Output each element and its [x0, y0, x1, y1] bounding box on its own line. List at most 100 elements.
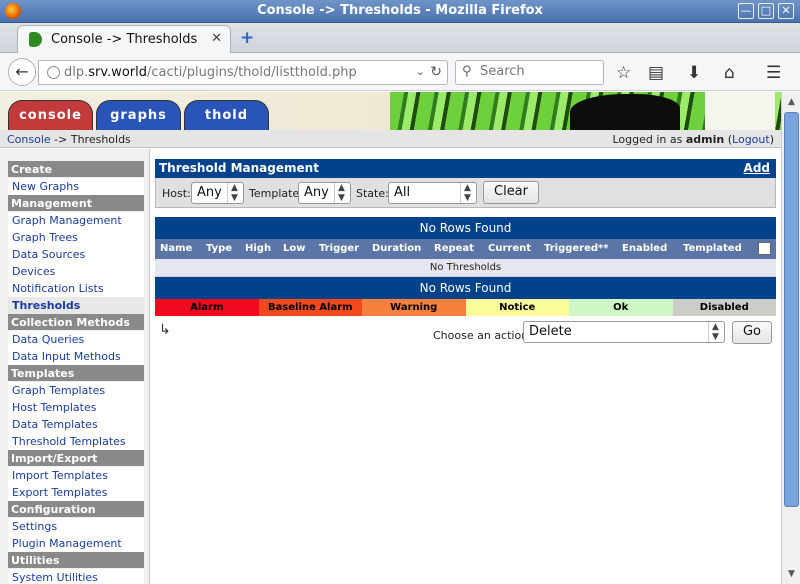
app-tab-console[interactable]: console	[8, 100, 93, 130]
sidebar-item-settings[interactable]: Settings	[8, 518, 144, 535]
url-text[interactable]: dlp.srv.world/cacti/plugins/thold/listth…	[64, 65, 357, 80]
sidebar: Create New Graphs Management Graph Manageme…	[0, 149, 150, 584]
select-all-checkbox[interactable]	[758, 242, 771, 255]
filter-bar: Host: Any ▲ ▼ Template: Any ▲ ▼ State: All…	[155, 178, 776, 208]
sidebar-header-collection-methods: Collection Methods	[8, 314, 144, 330]
app-tab-thold[interactable]: thold	[184, 100, 269, 130]
action-select[interactable]: Delete ▲ ▼	[523, 321, 725, 343]
window-title: Console -> Thresholds - Mozilla Firefox	[257, 3, 543, 18]
sidebar-item-system-utilities[interactable]: System Utilities	[8, 569, 144, 584]
col-high[interactable]: High	[245, 243, 271, 254]
browser-tab-label: Console -> Thresholds	[51, 32, 198, 47]
scrollbar-thumb[interactable]	[784, 112, 799, 507]
hamburger-menu-icon[interactable]: ☰	[766, 63, 781, 83]
home-icon[interactable]: ⌂	[724, 63, 735, 83]
page-content: console graphs thold Console -> Thresholds…	[0, 92, 781, 584]
col-duration[interactable]: Duration	[372, 243, 421, 254]
globe-icon	[47, 66, 60, 79]
col-triggered[interactable]: Triggered**	[544, 243, 609, 254]
sidebar-item-graph-templates[interactable]: Graph Templates	[8, 382, 144, 399]
breadcrumb-bar: Console -> Thresholds Logged in as admin…	[0, 130, 781, 148]
sidebar-item-data-templates[interactable]: Data Templates	[8, 416, 144, 433]
results-table: No Rows Found Name Type High Low Trigger…	[155, 217, 776, 316]
search-icon: ⚲	[462, 64, 472, 79]
legend-alarm: Alarm	[155, 299, 259, 316]
main-area: Threshold Management Add Host: Any ▲ ▼ Te…	[155, 159, 776, 350]
legend-notice: Notice	[465, 299, 569, 316]
sidebar-item-graph-trees[interactable]: Graph Trees	[8, 229, 144, 246]
url-bar[interactable]: dlp.srv.world/cacti/plugins/thold/listth…	[38, 60, 448, 85]
sidebar-item-new-graphs[interactable]: New Graphs	[8, 178, 144, 195]
legend-baseline-alarm: Baseline Alarm	[258, 299, 362, 316]
sidebar-item-export-templates[interactable]: Export Templates	[8, 484, 144, 501]
maximize-window-icon[interactable]: □	[758, 3, 774, 19]
panel-title: Threshold Management	[159, 161, 319, 175]
reading-list-icon[interactable]: ▤	[648, 63, 664, 83]
template-select[interactable]: Any ▲ ▼	[298, 182, 351, 204]
tab-close-icon[interactable]: ✕	[211, 31, 222, 46]
sidebar-header-utilities: Utilities	[8, 552, 144, 568]
sidebar-item-data-queries[interactable]: Data Queries	[8, 331, 144, 348]
choose-action-label: Choose an action:	[433, 329, 532, 342]
scroll-up-icon[interactable]: ▲	[784, 95, 799, 109]
col-trigger[interactable]: Trigger	[319, 243, 359, 254]
col-repeat[interactable]: Repeat	[434, 243, 474, 254]
back-arrow-icon[interactable]: ←	[8, 58, 36, 86]
col-enabled[interactable]: Enabled	[622, 243, 667, 254]
sidebar-item-threshold-templates[interactable]: Threshold Templates	[8, 433, 144, 450]
select-arrows-icon: ▲ ▼	[334, 183, 348, 203]
go-button[interactable]: Go	[732, 321, 772, 344]
host-select[interactable]: Any ▲ ▼	[191, 182, 244, 204]
new-tab-plus-icon[interactable]: +	[240, 28, 254, 48]
legend-disabled: Disabled	[672, 299, 776, 316]
browser-tab[interactable]: Console -> Thresholds ✕	[17, 25, 231, 54]
no-thresholds-message: No Thresholds	[155, 259, 776, 277]
download-arrow-icon[interactable]: ⬇	[687, 63, 701, 83]
col-low[interactable]: Low	[283, 243, 305, 254]
action-row: ↳ Choose an action: Delete ▲ ▼ Go	[155, 316, 776, 350]
login-status: Logged in as admin (Logout)	[612, 133, 774, 146]
panel-header: Threshold Management Add	[155, 159, 776, 178]
sidebar-menu: Create New Graphs Management Graph Manageme…	[8, 161, 144, 584]
browser-tab-strip: Console -> Thresholds ✕ +	[0, 23, 800, 54]
close-window-icon[interactable]: ✕	[778, 3, 794, 19]
browser-navbar: ← dlp.srv.world/cacti/plugins/thold/list…	[0, 53, 800, 91]
sidebar-item-data-input-methods[interactable]: Data Input Methods	[8, 348, 144, 365]
breadcrumb-current: -> Thresholds	[50, 133, 131, 146]
url-history-dropdown-icon[interactable]: ⌄	[416, 65, 425, 78]
select-arrows-icon: ▲ ▼	[708, 322, 722, 342]
breadcrumb-console-link[interactable]: Console	[7, 133, 51, 146]
search-bar[interactable]: ⚲	[455, 60, 604, 85]
state-filter-label: State:	[356, 187, 389, 200]
col-name[interactable]: Name	[160, 243, 192, 254]
legend-ok: Ok	[569, 299, 673, 316]
sidebar-item-notification-lists[interactable]: Notification Lists	[8, 280, 144, 297]
sidebar-item-host-templates[interactable]: Host Templates	[8, 399, 144, 416]
sidebar-item-thresholds[interactable]: Thresholds	[8, 297, 144, 314]
minimize-window-icon[interactable]: —	[738, 3, 754, 19]
col-type[interactable]: Type	[206, 243, 232, 254]
sidebar-item-graph-management[interactable]: Graph Management	[8, 212, 144, 229]
vertical-scrollbar[interactable]: ▲ ▼	[781, 92, 800, 584]
sidebar-item-import-templates[interactable]: Import Templates	[8, 467, 144, 484]
table-header: Name Type High Low Trigger Duration Repe…	[155, 239, 776, 259]
state-select[interactable]: All ▲ ▼	[388, 182, 477, 204]
scroll-down-icon[interactable]: ▼	[784, 567, 799, 581]
bookmark-star-icon[interactable]: ☆	[616, 63, 631, 83]
no-rows-found-bottom: No Rows Found	[155, 277, 776, 299]
select-arrows-icon: ▲ ▼	[227, 183, 241, 203]
window-titlebar: Console -> Thresholds - Mozilla Firefox …	[0, 0, 800, 23]
search-input[interactable]	[480, 64, 600, 79]
clear-button[interactable]: Clear	[483, 181, 539, 204]
reload-icon[interactable]: ↻	[430, 64, 442, 80]
col-templated[interactable]: Templated	[683, 243, 742, 254]
banner-bird-art	[570, 94, 680, 130]
sidebar-item-data-sources[interactable]: Data Sources	[8, 246, 144, 263]
add-button[interactable]: Add	[744, 161, 770, 175]
sidebar-item-plugin-management[interactable]: Plugin Management	[8, 535, 144, 552]
host-filter-label: Host:	[162, 187, 191, 200]
logout-link[interactable]: Logout	[732, 133, 770, 146]
col-current[interactable]: Current	[488, 243, 531, 254]
sidebar-item-devices[interactable]: Devices	[8, 263, 144, 280]
app-tab-graphs[interactable]: graphs	[96, 100, 181, 130]
